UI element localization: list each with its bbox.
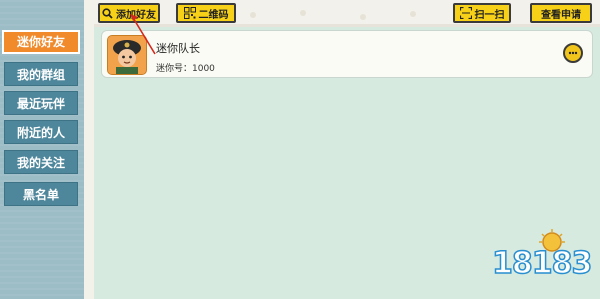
pointer-arrow-icon xyxy=(130,14,156,55)
friend-mini-id: 迷你号：1000 xyxy=(156,64,215,74)
toolbar-decoration xyxy=(300,10,306,16)
sidebar-item-my-groups[interactable]: 我的群组 xyxy=(4,62,78,86)
toolbar-decoration xyxy=(250,12,256,18)
qr-code-icon xyxy=(183,7,196,19)
view-requests-label: 查看申请 xyxy=(541,9,581,21)
friend-name: 迷你队长 xyxy=(156,42,200,55)
qr-code-button[interactable]: 二维码 xyxy=(176,3,236,23)
watermark-text: 18183 xyxy=(491,245,593,282)
search-icon xyxy=(102,7,113,19)
scan-icon xyxy=(459,7,472,19)
panel-divider xyxy=(84,0,94,299)
toolbar-decoration xyxy=(410,11,416,17)
toolbar-decoration xyxy=(360,14,366,20)
chat-button[interactable] xyxy=(563,43,583,63)
sidebar-item-blacklist[interactable]: 黑名单 xyxy=(4,182,78,206)
sidebar-item-my-follows[interactable]: 我的关注 xyxy=(4,150,78,174)
scan-button[interactable]: 扫一扫 xyxy=(453,3,511,23)
toolbar-shadow xyxy=(94,24,600,27)
sidebar-item-recent-playmates[interactable]: 最近玩伴 xyxy=(4,91,78,115)
chat-bubble-icon xyxy=(568,51,578,55)
qr-code-label: 二维码 xyxy=(198,9,229,21)
top-toolbar xyxy=(94,0,600,26)
sidebar-item-nearby-people[interactable]: 附近的人 xyxy=(4,120,78,144)
watermark-logo: 18183 xyxy=(490,228,593,288)
view-requests-button[interactable]: 查看申请 xyxy=(530,3,592,23)
scan-label: 扫一扫 xyxy=(474,9,505,21)
sidebar-item-mini-friends[interactable]: 迷你好友 xyxy=(2,30,80,54)
